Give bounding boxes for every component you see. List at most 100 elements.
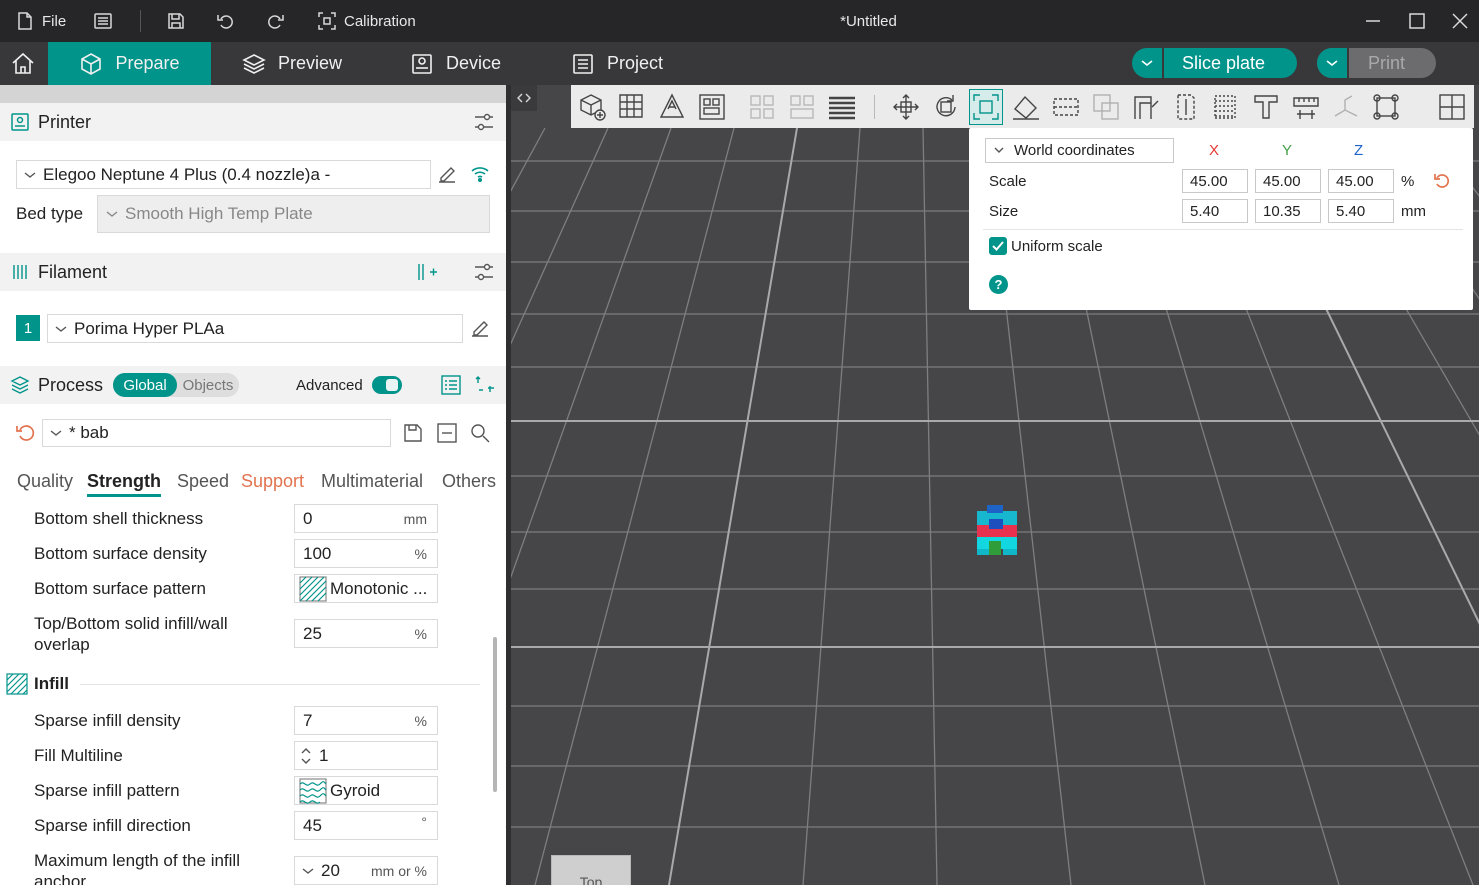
chevron-down-icon	[994, 147, 1004, 153]
infill-group-title: Infill	[34, 674, 69, 693]
scale-y-input[interactable]: 45.00	[1255, 169, 1321, 193]
file-menu[interactable]: File	[16, 0, 66, 42]
reset-icon[interactable]	[14, 422, 36, 444]
coordinate-system-select[interactable]: World coordinates	[985, 138, 1174, 163]
lay-on-face-icon[interactable]	[1011, 92, 1041, 122]
tab-multimaterial[interactable]: Multimaterial	[321, 471, 423, 492]
maximize-button[interactable]	[1408, 0, 1426, 42]
support-paint-icon[interactable]	[1131, 92, 1161, 122]
bottom-surface-pattern-select[interactable]: Monotonic ...	[294, 574, 438, 603]
tab-device[interactable]: Device	[410, 42, 501, 85]
collapse-icon[interactable]	[436, 422, 458, 444]
list-view-icon[interactable]	[440, 374, 462, 396]
sparse-infill-pattern-select[interactable]: Gyroid	[294, 776, 438, 805]
tab-others[interactable]: Others	[442, 471, 496, 492]
bed-type-value: Smooth High Temp Plate	[125, 204, 313, 223]
text-emboss-icon[interactable]	[1251, 92, 1281, 122]
sparse-infill-direction-input[interactable]: 45 °	[294, 811, 438, 840]
split-parts-icon[interactable]	[787, 92, 817, 122]
boolean-icon[interactable]	[1091, 92, 1121, 122]
add-plate-icon[interactable]	[617, 92, 647, 122]
tab-strength[interactable]: Strength	[87, 471, 161, 497]
minimize-button[interactable]	[1364, 0, 1382, 42]
calibration-icon	[318, 12, 336, 30]
plate-puzzle-icon[interactable]	[1437, 92, 1467, 122]
measure-icon[interactable]	[1291, 92, 1321, 122]
brim-ears-icon[interactable]	[1371, 92, 1401, 122]
sparse-infill-density-input[interactable]: 7 %	[294, 706, 438, 735]
scale-icon[interactable]	[971, 92, 1001, 122]
toggle-global[interactable]: Global	[113, 373, 177, 397]
reset-scale-icon[interactable]	[1432, 171, 1452, 191]
wifi-icon[interactable]	[469, 163, 491, 185]
seam-paint-icon[interactable]	[1171, 92, 1201, 122]
bottom-surface-density-input[interactable]: 100 %	[294, 539, 438, 568]
scale-z-input[interactable]: 45.00	[1328, 169, 1394, 193]
process-preset-select[interactable]: * bab	[42, 419, 391, 447]
stepper-arrows-icon[interactable]	[299, 745, 313, 767]
assembly-icon[interactable]	[1331, 92, 1361, 122]
print-button[interactable]: Print	[1317, 48, 1436, 78]
save-preset-icon[interactable]	[402, 422, 424, 444]
max-infill-anchor-select[interactable]: 20 mm or %	[294, 856, 438, 885]
monotonic-pattern-icon	[299, 575, 327, 602]
arrange-icon[interactable]	[697, 92, 727, 122]
filament-slot-badge[interactable]: 1	[16, 315, 40, 341]
redo-button[interactable]	[266, 0, 286, 42]
add-filament-icon[interactable]	[416, 261, 438, 283]
fill-multiline-stepper[interactable]: 1	[294, 741, 438, 770]
bottom-shell-thickness-input[interactable]: 0 mm	[294, 504, 438, 533]
checkmark-icon	[992, 241, 1004, 251]
compare-icon[interactable]	[474, 374, 496, 396]
undo-button[interactable]	[215, 0, 235, 42]
collapse-sidebar-button[interactable]	[511, 85, 537, 111]
title-bar: File Calibration *Untitled	[0, 0, 1479, 42]
scale-x-input[interactable]: 45.00	[1182, 169, 1248, 193]
tab-project[interactable]: Project	[571, 42, 663, 85]
slice-plate-button[interactable]: Slice plate	[1132, 48, 1297, 78]
tab-quality[interactable]: Quality	[17, 471, 73, 492]
filament-settings-icon[interactable]	[473, 261, 495, 283]
split-objects-icon[interactable]	[747, 92, 777, 122]
slice-dropdown[interactable]	[1132, 48, 1164, 78]
axis-z-label: Z	[1354, 142, 1364, 159]
advanced-switch[interactable]	[372, 376, 402, 394]
cut-icon[interactable]	[1051, 92, 1081, 122]
menu-button[interactable]	[93, 0, 113, 42]
rotate-icon[interactable]	[931, 92, 961, 122]
uniform-scale-checkbox[interactable]	[989, 237, 1007, 255]
tab-support[interactable]: Support	[241, 471, 304, 492]
tab-speed[interactable]: Speed	[177, 471, 229, 492]
printer-select[interactable]: Elegoo Neptune 4 Plus (0.4 nozzle)a -	[16, 160, 431, 189]
help-icon[interactable]: ?	[989, 275, 1008, 294]
tab-prepare[interactable]: Prepare	[48, 42, 211, 85]
add-object-icon[interactable]	[577, 92, 607, 122]
settings-scrollbar[interactable]	[493, 637, 497, 792]
global-objects-toggle[interactable]: Global Objects	[113, 373, 239, 397]
bed-type-select[interactable]: Smooth High Temp Plate	[97, 195, 490, 233]
toggle-objects[interactable]: Objects	[177, 373, 239, 397]
fill-multiline-value: 1	[319, 745, 329, 765]
close-button[interactable]	[1451, 0, 1469, 42]
size-y-input[interactable]: 10.35	[1255, 199, 1321, 223]
variable-layer-icon[interactable]	[827, 92, 857, 122]
save-button[interactable]	[166, 0, 186, 42]
move-icon[interactable]	[891, 92, 921, 122]
view-cube[interactable]: Top	[551, 855, 631, 885]
print-dropdown[interactable]	[1317, 48, 1349, 78]
size-z-input[interactable]: 5.40	[1328, 199, 1394, 223]
tab-preview[interactable]: Preview	[242, 42, 342, 85]
model-object[interactable]	[975, 505, 1019, 567]
printer-settings-icon[interactable]	[473, 111, 495, 133]
auto-orient-icon[interactable]	[657, 92, 687, 122]
fuzzy-skin-icon[interactable]	[1211, 92, 1241, 122]
size-x-input[interactable]: 5.40	[1182, 199, 1248, 223]
filament-select[interactable]: Porima Hyper PLAa	[47, 314, 463, 343]
edit-icon[interactable]	[469, 317, 491, 339]
edit-icon[interactable]	[436, 163, 458, 185]
size-y-value: 10.35	[1263, 202, 1301, 220]
top-bottom-overlap-input[interactable]: 25 %	[294, 619, 438, 648]
search-icon[interactable]	[469, 422, 491, 444]
calibration-menu[interactable]: Calibration	[318, 0, 416, 42]
home-button[interactable]	[10, 42, 36, 85]
